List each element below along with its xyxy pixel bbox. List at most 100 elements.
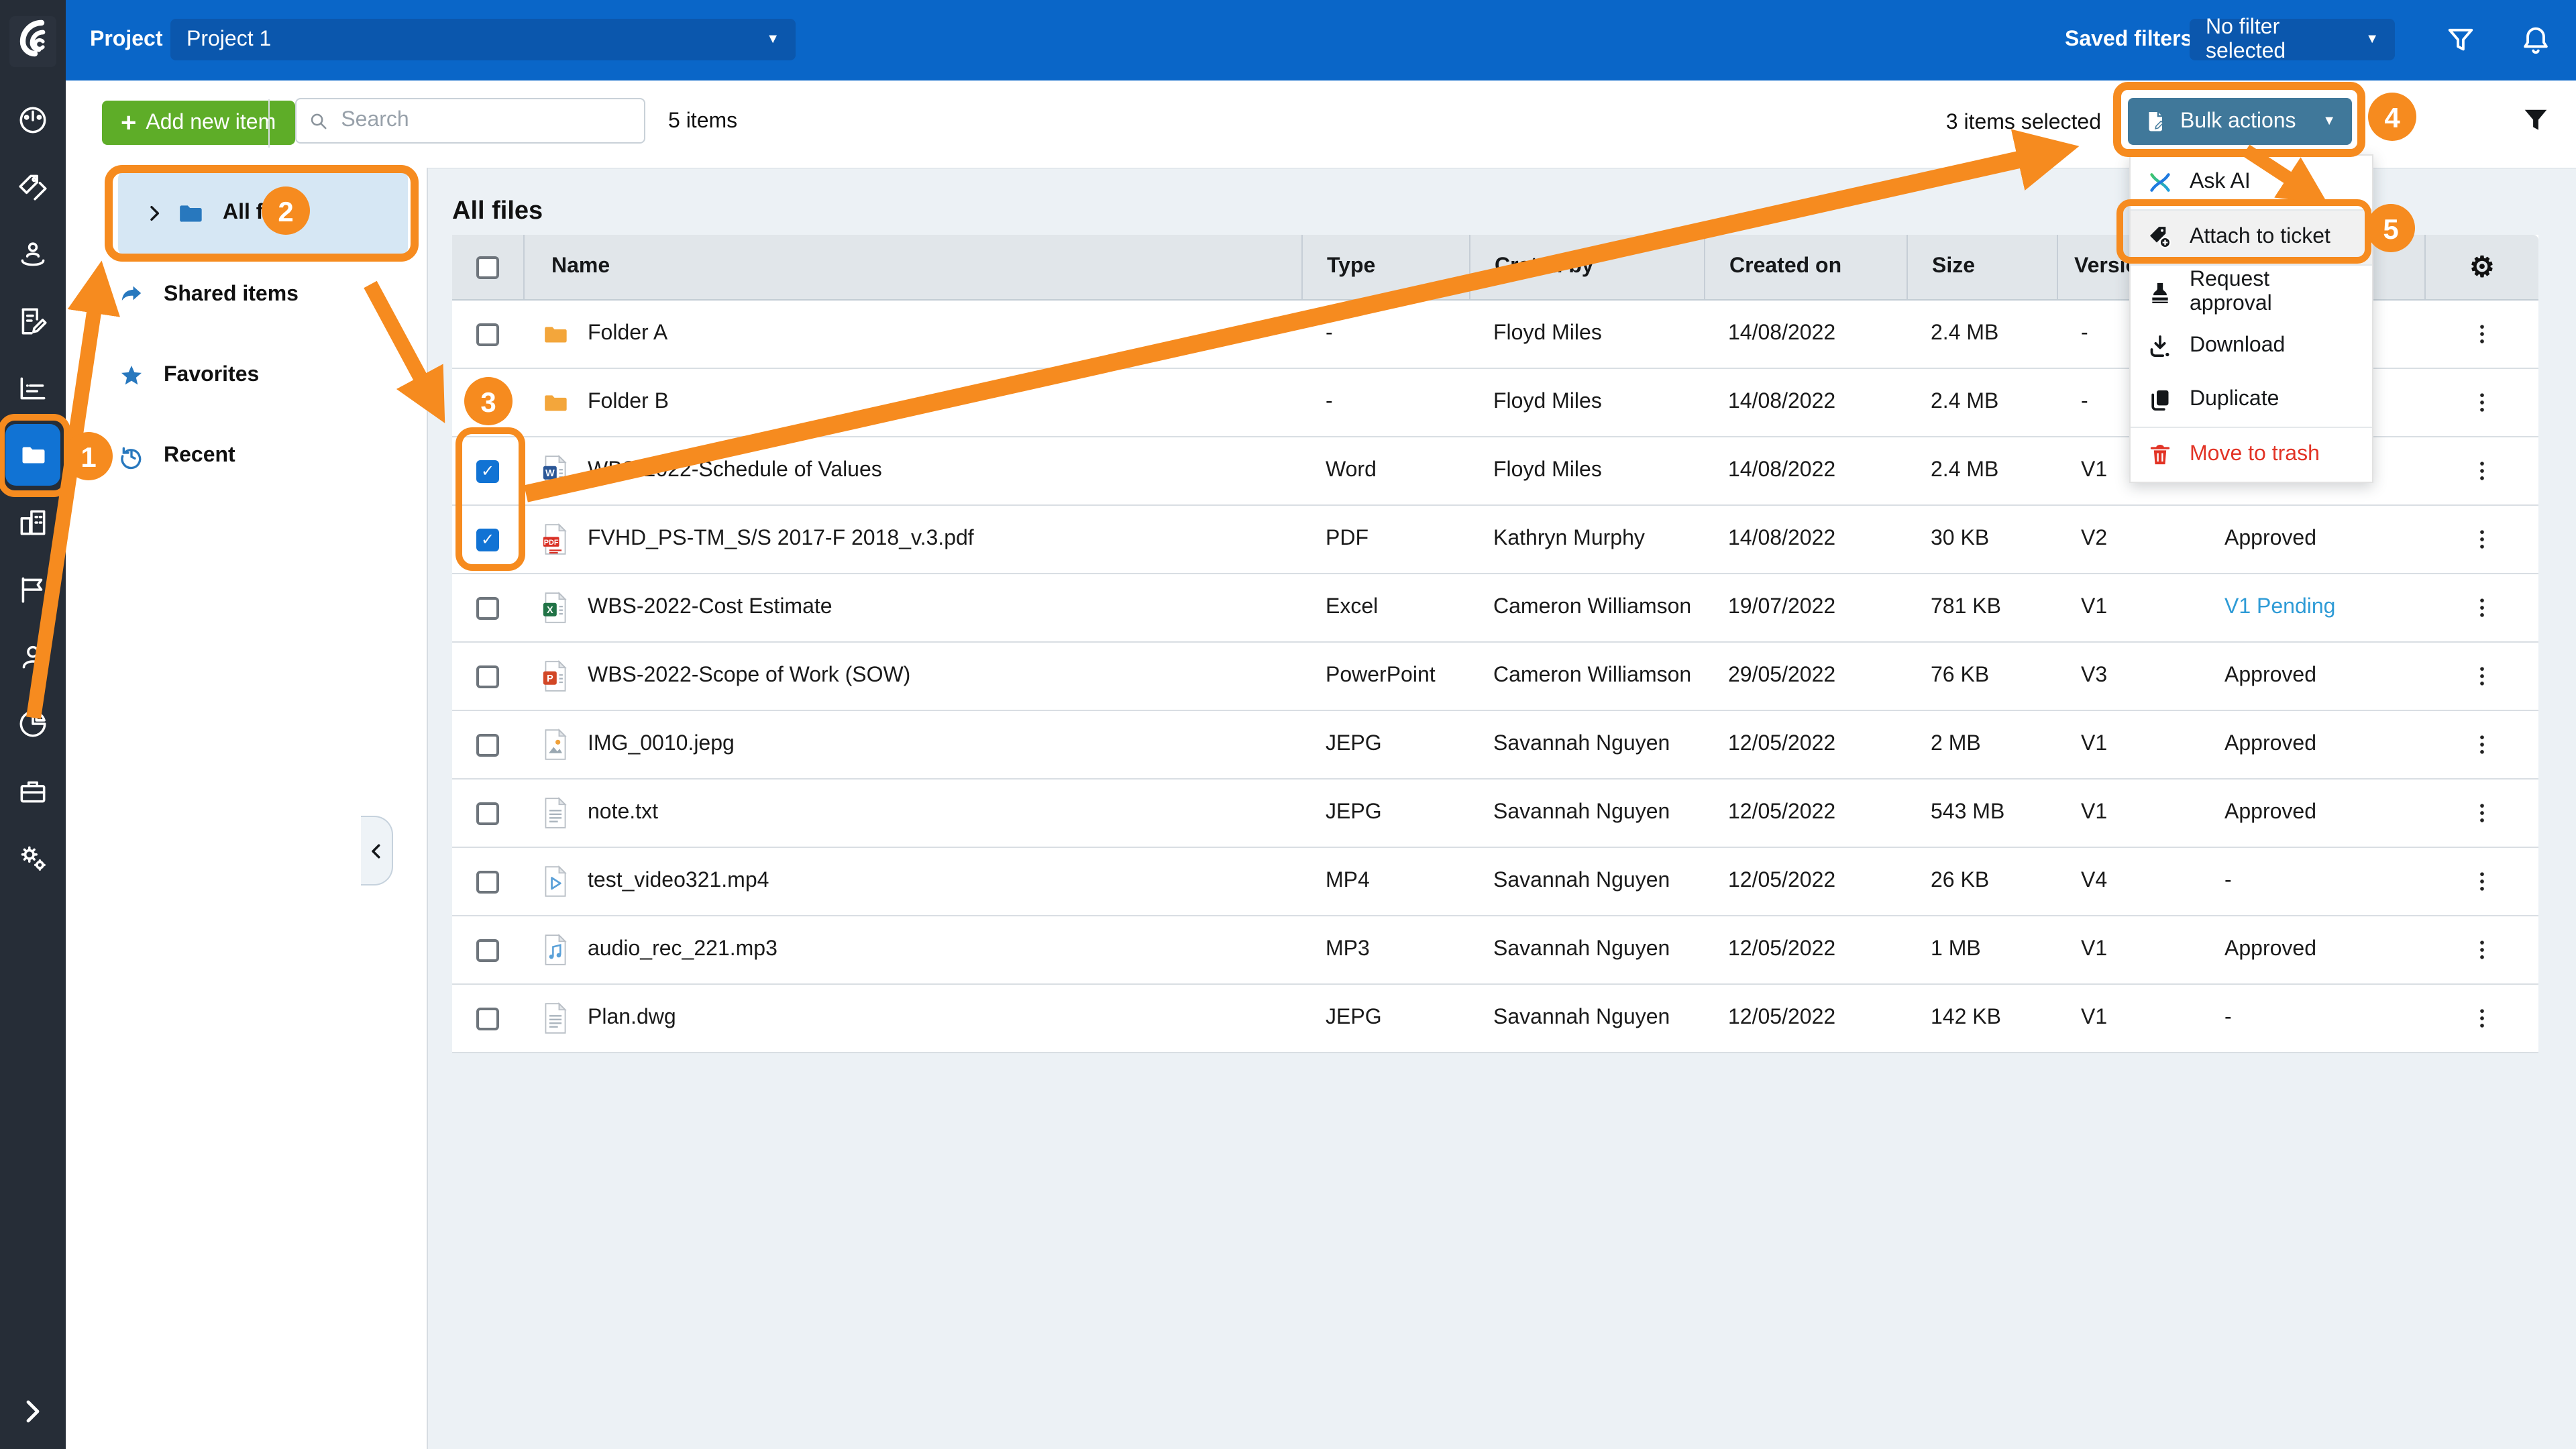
kebab-menu-icon[interactable] (2468, 389, 2495, 416)
project-select[interactable]: Project 1 ▼ (170, 19, 796, 60)
sidebar-rail-item-flag[interactable] (0, 555, 66, 623)
row-checkbox[interactable] (476, 596, 499, 619)
kebab-menu-icon[interactable] (2468, 731, 2495, 758)
filter-funnel-icon[interactable] (2443, 23, 2478, 58)
search-box[interactable] (295, 98, 645, 144)
file-name-cell[interactable]: IMG_0010.jepg (523, 729, 1301, 761)
kebab-menu-icon[interactable] (2468, 458, 2495, 484)
menu-item-move-to-trash[interactable]: Move to trash (2131, 428, 2372, 482)
header-name[interactable]: Name (523, 235, 1301, 299)
table-row[interactable]: note.txtJEPGSavannah Nguyen12/05/2022543… (452, 780, 2538, 848)
search-input[interactable] (338, 107, 632, 134)
menu-item-download[interactable]: Download (2131, 319, 2372, 373)
sidebar-item-favorites[interactable]: Favorites (66, 342, 427, 409)
table-row[interactable]: XWBS-2022-Cost EstimateExcelCameron Will… (452, 574, 2538, 643)
file-name-cell[interactable]: audio_rec_221.mp3 (523, 934, 1301, 966)
sidebar-item-all-files[interactable]: All files (118, 170, 408, 256)
row-checkbox[interactable] (476, 802, 499, 824)
sidebar-rail-item-tags[interactable] (0, 153, 66, 220)
row-checkbox[interactable] (476, 1007, 499, 1030)
project-label: Project (90, 28, 163, 52)
header-settings[interactable]: ⚙ (2424, 235, 2538, 299)
file-created-by: Kathryn Murphy (1469, 527, 1704, 551)
chevron-right-icon[interactable] (144, 203, 165, 224)
kebab-menu-icon[interactable] (2468, 800, 2495, 826)
table-row[interactable]: test_video321.mp4MP4Savannah Nguyen12/05… (452, 848, 2538, 916)
select-all-checkbox[interactable] (476, 256, 499, 278)
file-name-cell[interactable]: WWBS-2022-Schedule of Values (523, 455, 1301, 487)
row-checkbox[interactable] (476, 870, 499, 893)
sidebar-rail-item-toolbox[interactable] (0, 757, 66, 824)
menu-item-label: Ask AI (2190, 170, 2251, 195)
saved-filter-select[interactable]: No filter selected ▼ (2190, 19, 2395, 60)
file-name-cell[interactable]: PDFFVHD_PS-TM_S/S 2017-F 2018_v.3.pdf (523, 523, 1301, 555)
sidebar-rail-item-report[interactable] (0, 354, 66, 421)
header-created-on[interactable]: Created on (1704, 235, 1907, 299)
row-checkbox-cell (452, 938, 523, 961)
sidebar-rail-item-people[interactable] (0, 623, 66, 690)
sidebar-item-recent[interactable]: Recent (66, 423, 427, 490)
file-type: - (1301, 322, 1469, 346)
kebab-menu-icon[interactable] (2468, 936, 2495, 963)
row-checkbox[interactable]: ✓ (476, 528, 499, 551)
sidebar-item-shared-items[interactable]: Shared items (66, 262, 427, 329)
notification-bell-icon[interactable] (2518, 23, 2553, 58)
file-status[interactable]: V1 Pending (2200, 596, 2424, 620)
menu-item-duplicate[interactable]: Duplicate (2131, 373, 2372, 427)
menu-item-attach-to-ticket[interactable]: Attach to ticket (2131, 211, 2372, 264)
sidebar-rail-item-files[interactable] (0, 421, 66, 488)
header-size[interactable]: Size (1907, 235, 2057, 299)
table-row[interactable]: audio_rec_221.mp3MP3Savannah Nguyen12/05… (452, 916, 2538, 985)
chevron-down-icon: ▼ (2322, 114, 2336, 129)
kebab-menu-icon[interactable] (2468, 594, 2495, 621)
sidebar-rail-item-pie-chart[interactable] (0, 690, 66, 757)
sidebar-expand-chevron-icon[interactable] (16, 1395, 48, 1428)
menu-item-request-approval[interactable]: Request approval (2131, 266, 2372, 319)
row-checkbox[interactable] (476, 391, 499, 414)
table-row[interactable]: IMG_0010.jepgJEPGSavannah Nguyen12/05/20… (452, 711, 2538, 780)
file-type: MP4 (1301, 869, 1469, 894)
menu-item-ask-ai[interactable]: Ask AI (2131, 156, 2372, 209)
kebab-menu-icon[interactable] (2468, 868, 2495, 895)
sidebar-rail-item-company[interactable] (0, 488, 66, 555)
file-type: PDF (1301, 527, 1469, 551)
row-checkbox[interactable] (476, 665, 499, 688)
table-row[interactable]: PWBS-2022-Scope of Work (SOW)PowerPointC… (452, 643, 2538, 711)
file-created-on: 14/08/2022 (1704, 390, 1907, 415)
file-name-cell[interactable]: test_video321.mp4 (523, 865, 1301, 898)
select-all-cell (452, 235, 523, 299)
header-type[interactable]: Type (1301, 235, 1469, 299)
kebab-menu-icon[interactable] (2468, 321, 2495, 347)
sidebar-rail-item-contract[interactable] (0, 287, 66, 354)
kebab-menu-icon[interactable] (2468, 1005, 2495, 1032)
file-name-cell[interactable]: note.txt (523, 797, 1301, 829)
pie-chart-icon (16, 706, 50, 740)
top-bar: Project Project 1 ▼ Saved filters No fil… (66, 0, 2576, 80)
toolbox-icon (16, 773, 50, 807)
table-filter-icon[interactable] (2518, 103, 2553, 138)
sidebar-rail-item-location-person[interactable] (0, 220, 66, 287)
kebab-menu-icon[interactable] (2468, 663, 2495, 690)
file-name-cell[interactable]: Folder B (523, 386, 1301, 419)
file-name-cell[interactable]: PWBS-2022-Scope of Work (SOW) (523, 660, 1301, 692)
file-icon-pdf: PDF (542, 523, 569, 555)
file-type: JEPG (1301, 733, 1469, 757)
file-name-cell[interactable]: Folder A (523, 318, 1301, 350)
sidebar-rail-item-dashboard[interactable] (0, 86, 66, 153)
file-version: V1 (2057, 596, 2200, 620)
row-checkbox[interactable] (476, 323, 499, 345)
add-new-item-button[interactable]: + Add new item (102, 101, 294, 145)
table-row[interactable]: ✓ PDFFVHD_PS-TM_S/S 2017-F 2018_v.3.pdfPD… (452, 506, 2538, 574)
file-name-cell[interactable]: XWBS-2022-Cost Estimate (523, 592, 1301, 624)
row-checkbox[interactable] (476, 733, 499, 756)
sidebar-collapse-handle[interactable] (361, 816, 393, 885)
sidebar-rail-item-settings[interactable] (0, 824, 66, 891)
file-name-cell[interactable]: Plan.dwg (523, 1002, 1301, 1034)
row-checkbox[interactable]: ✓ (476, 460, 499, 482)
table-row[interactable]: Plan.dwgJEPGSavannah Nguyen12/05/2022142… (452, 985, 2538, 1053)
kebab-menu-icon[interactable] (2468, 526, 2495, 553)
share-icon (118, 282, 145, 309)
header-created-by[interactable]: Crated by (1469, 235, 1704, 299)
bulk-actions-button[interactable]: Bulk actions ▼ (2128, 98, 2352, 145)
row-checkbox[interactable] (476, 938, 499, 961)
